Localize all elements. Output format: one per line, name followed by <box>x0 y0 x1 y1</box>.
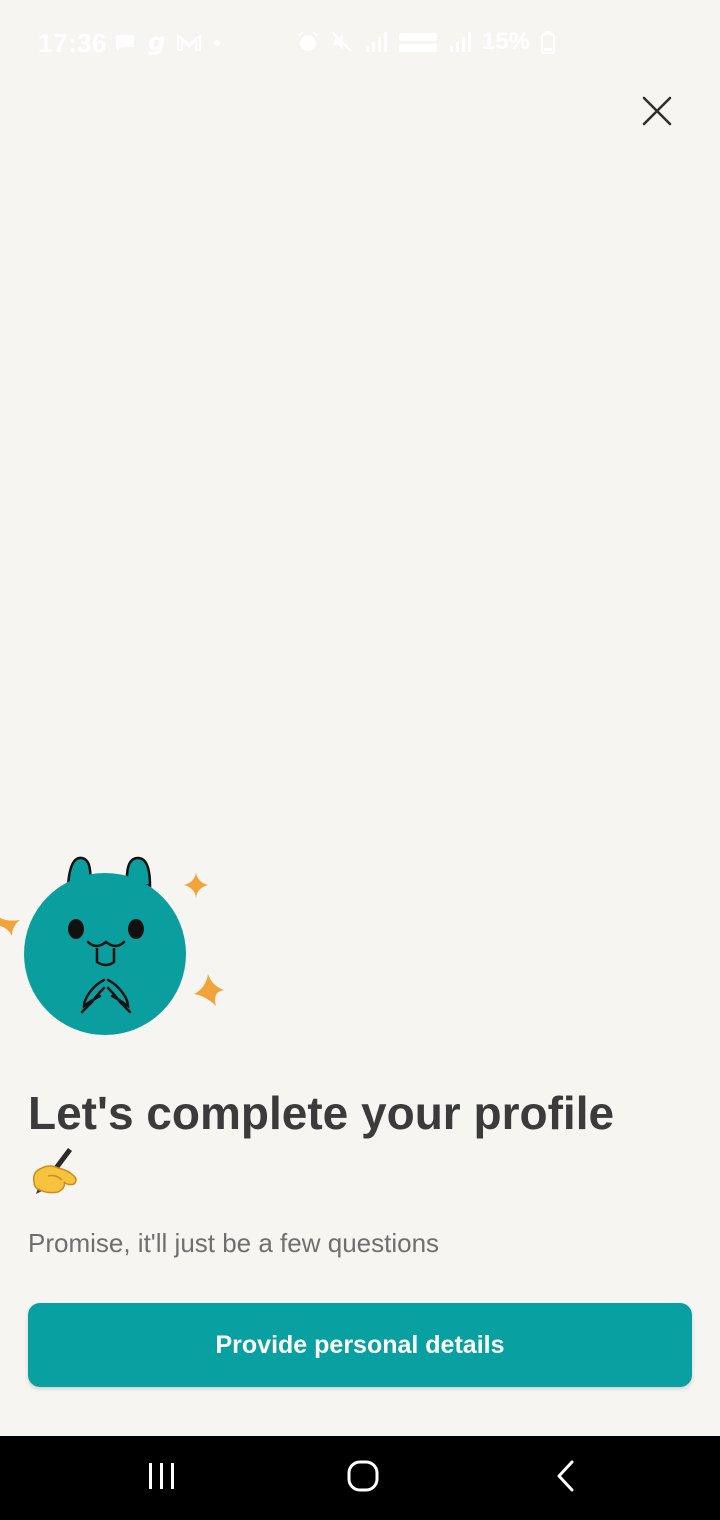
close-button[interactable] <box>632 88 682 138</box>
back-icon <box>554 1459 578 1498</box>
recents-button[interactable] <box>132 1458 192 1498</box>
message-icon <box>114 32 136 54</box>
svg-text:g: g <box>148 30 165 56</box>
mascot-left-eye <box>68 919 84 939</box>
navigation-bar <box>0 1436 720 1520</box>
page-subtitle: Promise, it'll just be a few questions <box>28 1228 440 1258</box>
page-title: Let's complete your profile <box>28 1084 688 1211</box>
recents-icon <box>146 1461 178 1496</box>
battery-icon <box>540 30 556 54</box>
home-icon <box>346 1459 380 1498</box>
status-bar: 17:36 g 15% <box>0 0 720 86</box>
provide-personal-details-button[interactable]: Provide personal details <box>28 1303 692 1387</box>
mascot-body <box>24 873 186 1035</box>
g-app-icon: g <box>146 30 166 56</box>
mute-icon <box>330 30 354 54</box>
title-text: Let's complete your profile <box>28 1087 615 1139</box>
sparkle-left <box>0 918 20 936</box>
signal-icon <box>364 31 388 53</box>
mascot-illustration <box>0 850 240 1050</box>
mascot-right-eye <box>128 919 144 939</box>
home-button[interactable] <box>333 1458 393 1498</box>
battery-percentage: 15% <box>482 28 531 55</box>
dot-icon <box>212 38 222 48</box>
notification-icons: g <box>114 30 222 56</box>
status-time: 17:36 <box>38 28 107 58</box>
alarm-icon <box>296 30 320 54</box>
writing-hand-icon <box>28 1142 80 1211</box>
signal-icon-2 <box>448 31 472 53</box>
back-button[interactable] <box>536 1458 596 1498</box>
screen: 17:36 g 15% Let's complete your profile … <box>0 0 720 1520</box>
sparkle-top-right <box>184 872 208 898</box>
sparkle-bottom-right <box>194 974 224 1006</box>
button-label: Provide personal details <box>215 1330 505 1359</box>
system-icons: 15% <box>296 28 556 56</box>
volte-lte-icon <box>398 30 438 54</box>
close-icon <box>641 95 673 132</box>
gmail-icon <box>176 33 202 53</box>
